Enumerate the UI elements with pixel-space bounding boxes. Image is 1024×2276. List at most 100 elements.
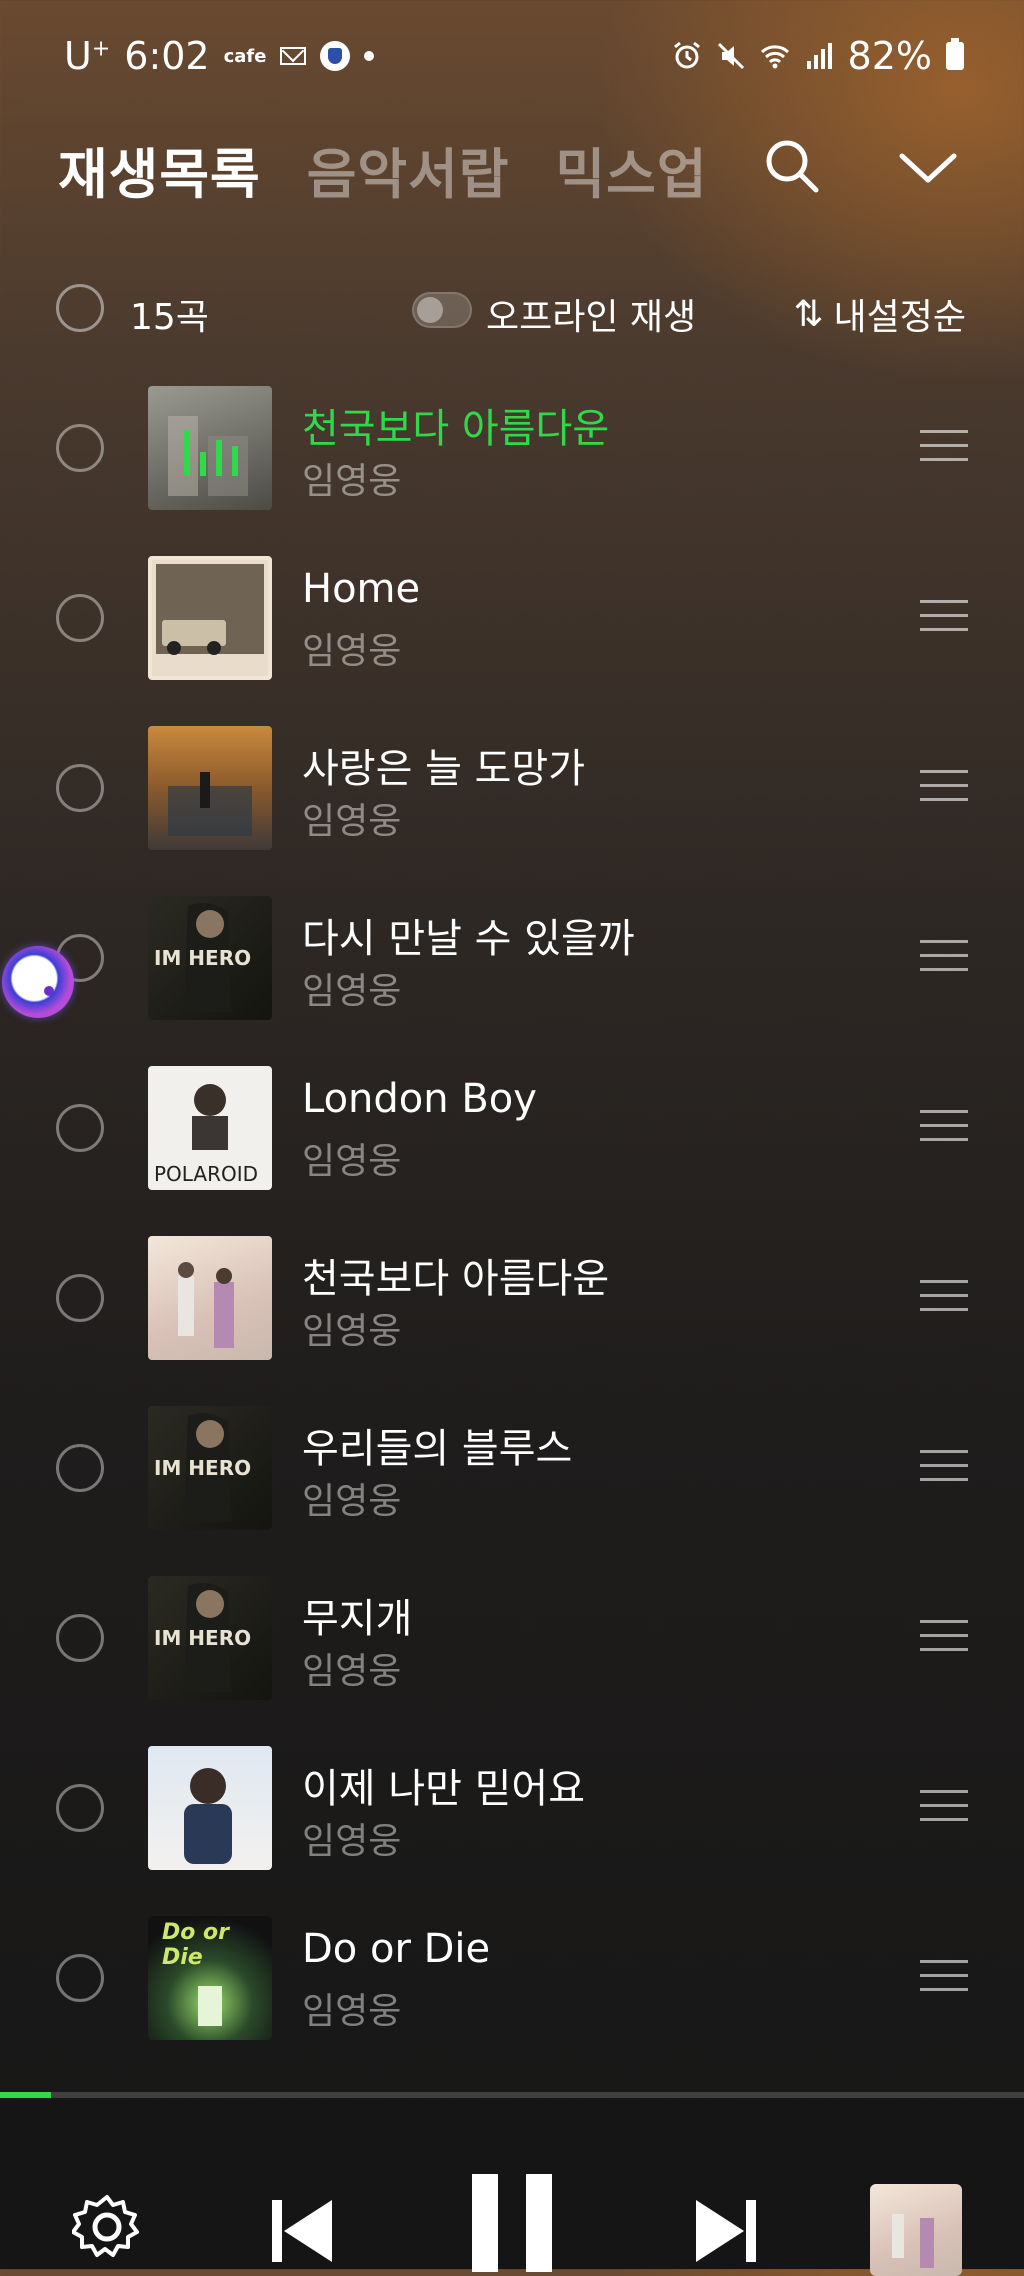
album-art: POLAROID — [148, 1066, 272, 1190]
status-right: 82% — [672, 34, 964, 78]
song-artist: 임영웅 — [302, 971, 402, 1012]
drag-handle-icon[interactable] — [920, 770, 968, 806]
mail-icon — [280, 47, 307, 65]
album-art — [148, 726, 272, 850]
song-checkbox[interactable] — [56, 1784, 104, 1832]
drag-handle-icon[interactable] — [920, 1280, 968, 1316]
song-checkbox[interactable] — [56, 1444, 104, 1492]
song-row[interactable]: IM HERO 우리들의 블루스 임영웅 — [0, 1400, 1024, 1570]
album-art: IM HERO — [148, 896, 272, 1020]
song-checkbox[interactable] — [56, 1954, 104, 2002]
tab-music-drawer[interactable]: 음악서랍 — [307, 130, 510, 209]
song-title: London Boy — [302, 1076, 537, 1122]
song-row[interactable]: 이제 나만 믿어요 임영웅 — [0, 1740, 1024, 1910]
offline-label: 오프라인 재생 — [486, 297, 697, 338]
search-icon[interactable] — [762, 136, 822, 196]
offline-toggle[interactable] — [412, 292, 472, 328]
status-bar: U+ 6:02 cafe 82% — [0, 0, 1024, 110]
sort-icon: ⇅ — [793, 293, 824, 335]
now-playing-equalizer-icon — [184, 424, 238, 476]
album-art-text: IM HERO — [154, 1456, 252, 1480]
song-row[interactable]: 사랑은 늘 도망가 임영웅 — [0, 720, 1024, 890]
song-row[interactable]: Do or Die Do or Die 임영웅 — [0, 1910, 1024, 2080]
song-row[interactable]: 천국보다 아름다운 임영웅 — [0, 1230, 1024, 1400]
assistant-bubble-icon[interactable] — [2, 946, 74, 1018]
drag-handle-icon[interactable] — [920, 1110, 968, 1146]
song-checkbox[interactable] — [56, 1274, 104, 1322]
song-artist: 임영웅 — [302, 1991, 402, 2032]
alarm-icon — [673, 41, 700, 69]
song-artist: 임영웅 — [302, 461, 402, 502]
now-playing-album-art[interactable] — [870, 2184, 962, 2276]
song-title: Home — [302, 566, 421, 612]
song-row[interactable]: Home 임영웅 — [0, 550, 1024, 720]
song-title: 무지개 — [302, 1596, 413, 1642]
song-artist: 임영웅 — [302, 1821, 402, 1862]
song-row[interactable]: POLAROID London Boy 임영웅 — [0, 1060, 1024, 1230]
battery-icon — [946, 38, 964, 70]
song-artist: 임영웅 — [302, 1141, 402, 1182]
album-art — [148, 386, 272, 510]
sort-button[interactable]: ⇅ 내설정순 — [793, 288, 966, 340]
list-toolbar: 15곡 오프라인 재생 ⇅ 내설정순 — [0, 280, 1024, 340]
carrier-label: U+ — [64, 34, 111, 78]
sort-label: 내설정순 — [833, 297, 966, 338]
drag-handle-icon[interactable] — [920, 1450, 968, 1486]
song-checkbox[interactable] — [56, 594, 104, 642]
tab-playlist[interactable]: 재생목록 — [58, 130, 261, 209]
song-title: 천국보다 아름다운 — [302, 1256, 610, 1302]
song-artist: 임영웅 — [302, 801, 402, 842]
previous-track-icon[interactable] — [270, 2196, 334, 2266]
header-tabs: 재생목록 음악서랍 믹스업 — [58, 130, 708, 209]
album-art-text: POLAROID — [154, 1162, 259, 1186]
select-all-checkbox[interactable] — [56, 284, 104, 332]
drag-handle-icon[interactable] — [920, 430, 968, 466]
clock: 6:02 — [124, 34, 210, 78]
wifi-icon — [760, 45, 789, 69]
song-title: 이제 나만 믿어요 — [302, 1766, 586, 1812]
song-title: Do or Die — [302, 1926, 491, 1972]
song-title: 천국보다 아름다운 — [302, 406, 610, 452]
song-checkbox[interactable] — [56, 1614, 104, 1662]
drag-handle-icon[interactable] — [920, 1960, 968, 1996]
song-title: 사랑은 늘 도망가 — [302, 746, 586, 792]
song-artist: 임영웅 — [302, 1651, 402, 1692]
album-art — [148, 556, 272, 680]
playback-progress[interactable] — [0, 2092, 1024, 2098]
battery-percent: 82% — [847, 34, 932, 78]
album-art — [148, 1236, 272, 1360]
song-checkbox[interactable] — [56, 764, 104, 812]
cafe-label: cafe — [223, 45, 267, 67]
album-art: IM HERO — [148, 1406, 272, 1530]
song-artist: 임영웅 — [302, 631, 402, 672]
mini-player — [0, 2100, 1024, 2276]
tab-mixup[interactable]: 믹스업 — [555, 130, 707, 209]
song-checkbox[interactable] — [56, 1104, 104, 1152]
gear-icon[interactable] — [72, 2192, 142, 2262]
playback-progress-fill — [0, 2092, 52, 2098]
song-title: 다시 만날 수 있을까 — [302, 916, 635, 962]
pause-icon[interactable] — [468, 2172, 558, 2272]
status-left: U+ 6:02 cafe — [64, 34, 375, 78]
next-track-icon[interactable] — [694, 2196, 758, 2266]
shield-icon — [320, 41, 351, 71]
album-art-text: IM HERO — [154, 1626, 252, 1650]
album-art-text: IM HERO — [154, 946, 252, 970]
chevron-down-icon[interactable] — [898, 148, 958, 188]
drag-handle-icon[interactable] — [920, 1620, 968, 1656]
song-artist: 임영웅 — [302, 1311, 402, 1352]
song-checkbox[interactable] — [56, 424, 104, 472]
song-row[interactable]: IM HERO 다시 만날 수 있을까 임영웅 — [0, 890, 1024, 1060]
album-art-text: Do or Die — [162, 1920, 229, 1970]
song-count: 15곡 — [130, 297, 209, 338]
album-art: IM HERO — [148, 1576, 272, 1700]
album-art: Do or Die — [148, 1916, 272, 2040]
drag-handle-icon[interactable] — [920, 940, 968, 976]
song-artist: 임영웅 — [302, 1481, 402, 1522]
song-row[interactable]: IM HERO 무지개 임영웅 — [0, 1570, 1024, 1740]
notification-dot-icon — [364, 51, 375, 61]
drag-handle-icon[interactable] — [920, 1790, 968, 1826]
song-title: 우리들의 블루스 — [302, 1426, 573, 1472]
song-row[interactable]: 천국보다 아름다운 임영웅 — [0, 380, 1024, 550]
drag-handle-icon[interactable] — [920, 600, 968, 636]
